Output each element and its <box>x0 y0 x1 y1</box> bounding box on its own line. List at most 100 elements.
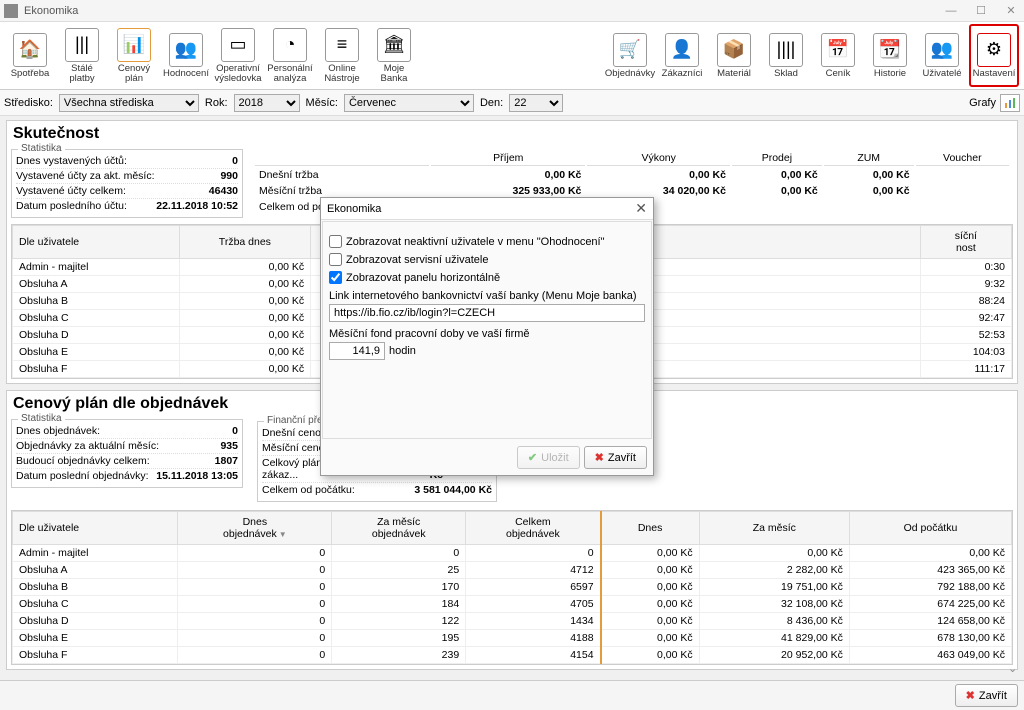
tool-label: Cenový plán <box>110 64 158 84</box>
grafy-label: Grafy <box>969 97 996 109</box>
footer-bar: ✖ Zavřít <box>0 680 1024 710</box>
save-label: Uložit <box>541 452 569 464</box>
tool-historie[interactable]: 📆 Historie <box>865 24 915 87</box>
tool-personální-analýza[interactable]: ◔Personální analýza <box>265 24 315 87</box>
tool-stálé-platby[interactable]: |||Stálé platby <box>57 24 107 87</box>
skutecnost-statistika: Statistika Dnes vystavených účtů:0Vystav… <box>11 149 243 218</box>
modal-titlebar: Ekonomika ✕ <box>321 198 653 220</box>
link-input[interactable] <box>329 304 645 322</box>
tool-label: Personální analýza <box>266 64 314 84</box>
chk-horizontal[interactable] <box>329 271 342 284</box>
tool-label: Objednávky <box>605 69 655 79</box>
skutecnost-title: Skutečnost <box>7 121 1017 147</box>
chk3-label: Zobrazovat panelu horizontálně <box>346 272 500 284</box>
tool-hodnocení[interactable]: 👥Hodnocení <box>161 24 211 87</box>
tool-label: Sklad <box>774 69 798 79</box>
window-titlebar: Ekonomika — ☐ ✕ <box>0 0 1024 22</box>
fin-row: Celkem od počátku:3 581 044,00 Kč <box>262 483 492 497</box>
tool-label: Uživatelé <box>922 69 961 79</box>
statistika-legend: Statistika <box>18 143 65 154</box>
personální-analýza-icon: ◔ <box>273 28 307 62</box>
stat-row: Vystavené účty za akt. měsíc:990 <box>16 169 238 184</box>
grafy-button[interactable] <box>1000 94 1020 112</box>
table-row[interactable]: Obsluha D012214340,00 Kč8 436,00 Kč124 6… <box>13 613 1012 630</box>
close-icon: ✖ <box>595 451 604 464</box>
cenový-plán-icon: 📊 <box>117 28 151 62</box>
modal-close-button[interactable]: ✖ Zavřít <box>584 446 647 469</box>
modal-close-label: Zavřít <box>608 452 636 464</box>
maximize-button[interactable]: ☐ <box>972 2 990 20</box>
fond-label: Měsíční fond pracovní doby ve vaší firmě <box>329 328 645 340</box>
operativní-výsledovka-icon: ▭ <box>221 28 255 62</box>
tool-operativní-výsledovka[interactable]: ▭Operativní výsledovka <box>213 24 263 87</box>
table-row[interactable]: Obsluha C018447050,00 Kč32 108,00 Kč674 … <box>13 596 1012 613</box>
hodin-label: hodin <box>389 345 416 357</box>
nastavení-icon: ⚙ <box>977 33 1011 67</box>
chk-neaktivni[interactable] <box>329 235 342 248</box>
stat-row: Budoucí objednávky celkem:1807 <box>16 454 238 469</box>
stat-row: Vystavené účty celkem:46430 <box>16 184 238 199</box>
tool-label: Hodnocení <box>163 69 209 79</box>
online-nástroje-icon: ≡ <box>325 28 359 62</box>
ceník-icon: 📅 <box>821 33 855 67</box>
tool-label: Nastavení <box>973 69 1016 79</box>
modal-title-text: Ekonomika <box>327 203 381 215</box>
tool-label: Materiál <box>717 69 751 79</box>
ok-icon: ✔ <box>528 451 537 464</box>
filter-bar: Středisko: Všechna střediska Rok: 2018 M… <box>0 90 1024 116</box>
table-row[interactable]: Obsluha E019541880,00 Kč41 829,00 Kč678 … <box>13 630 1012 647</box>
mesic-select[interactable]: Červenec <box>344 94 474 112</box>
tool-label: Zákazníci <box>662 69 703 79</box>
table-row[interactable]: Obsluha A02547120,00 Kč2 282,00 Kč423 36… <box>13 562 1012 579</box>
chk-servisni[interactable] <box>329 253 342 266</box>
historie-icon: 📆 <box>873 33 907 67</box>
close-button[interactable]: ✕ <box>1002 2 1020 20</box>
tool-uživatelé[interactable]: 👥 Uživatelé <box>917 24 967 87</box>
den-label: Den: <box>480 97 503 109</box>
tool-label: Operativní výsledovka <box>214 64 262 84</box>
stat-row: Objednávky za aktuální měsíc:935 <box>16 439 238 454</box>
main-toolbar: 🏠Spotřeba|||Stálé platby📊Cenový plán👥Hod… <box>0 22 1024 90</box>
tool-objednávky[interactable]: 🛒Objednávky <box>605 24 655 87</box>
footer-close-label: Zavřít <box>979 690 1007 702</box>
footer-close-button[interactable]: ✖ Zavřít <box>955 684 1018 707</box>
uživatelé-icon: 👥 <box>925 33 959 67</box>
scroll-down-icon-2[interactable]: ⌄ <box>1008 662 1022 676</box>
den-select[interactable]: 22 <box>509 94 563 112</box>
table-row[interactable]: Obsluha B017065970,00 Kč19 751,00 Kč792 … <box>13 579 1012 596</box>
tool-sklad[interactable]: |||| Sklad <box>761 24 811 87</box>
table-row[interactable]: Admin - majitel0000,00 Kč0,00 Kč0,00 Kč <box>13 545 1012 562</box>
table-row[interactable]: Obsluha F023941540,00 Kč20 952,00 Kč463 … <box>13 647 1012 664</box>
chk2-label: Zobrazovat servisní uživatele <box>346 254 488 266</box>
stálé-platby-icon: ||| <box>65 28 99 62</box>
tool-nastavení[interactable]: ⚙ Nastavení <box>969 24 1019 87</box>
tool-label: Ceník <box>826 69 851 79</box>
tool-online-nástroje[interactable]: ≡Online Nástroje <box>317 24 367 87</box>
mesic-label: Měsíc: <box>306 97 338 109</box>
stredisko-select[interactable]: Všechna střediska <box>59 94 199 112</box>
tool-label: Spotřeba <box>11 69 50 79</box>
fond-input[interactable] <box>329 342 385 360</box>
spotřeba-icon: 🏠 <box>13 33 47 67</box>
chk1-label: Zobrazovat neaktivní uživatele v menu "O… <box>346 236 605 248</box>
sklad-icon: |||| <box>769 33 803 67</box>
tool-materiál[interactable]: 📦Materiál <box>709 24 759 87</box>
tool-spotřeba[interactable]: 🏠 Spotřeba <box>5 24 55 87</box>
tool-moje-banka[interactable]: 🏛Moje Banka <box>369 24 419 87</box>
tool-cenový-plán[interactable]: 📊Cenový plán <box>109 24 159 87</box>
minimize-button[interactable]: — <box>942 2 960 20</box>
tool-ceník[interactable]: 📅 Ceník <box>813 24 863 87</box>
rok-select[interactable]: 2018 <box>234 94 300 112</box>
window-title: Ekonomika <box>24 5 942 17</box>
cenovy-user-table[interactable]: Dle uživateleDnesobjednávek▼Za měsícobje… <box>12 511 1012 664</box>
app-icon <box>4 4 18 18</box>
tool-label: Historie <box>874 69 906 79</box>
tool-label: Online Nástroje <box>318 64 366 84</box>
modal-close-x[interactable]: ✕ <box>635 200 647 217</box>
tool-label: Stálé platby <box>58 64 106 84</box>
stat-row: Datum poslední objednávky:15.11.2018 13:… <box>16 469 238 483</box>
modal-save-button[interactable]: ✔ Uložit <box>517 446 580 469</box>
stredisko-label: Středisko: <box>4 97 53 109</box>
zákazníci-icon: 👤 <box>665 33 699 67</box>
tool-zákazníci[interactable]: 👤 Zákazníci <box>657 24 707 87</box>
